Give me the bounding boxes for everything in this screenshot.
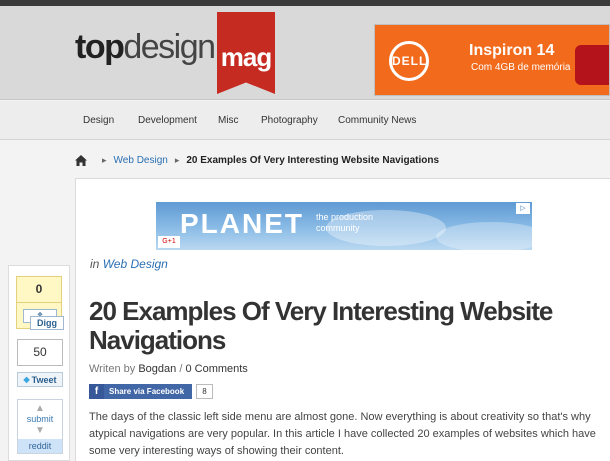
twitter-bird-icon: ◆ [23,375,30,384]
logo-text-design: design [123,28,216,66]
author-link[interactable]: Bogdan [138,363,176,375]
nav-item-development[interactable]: Development [138,115,197,126]
dell-ad-banner[interactable]: DELL Inspiron 14 Com 4GB de memória [374,24,610,96]
facebook-share-count: 8 [196,384,213,399]
main-nav: Design Development Misc Photography Comm… [0,101,610,140]
digg-button-wrap: Digg ⇧ [16,303,64,330]
social-share-sidebar: 0 Digg ⇧ 50 ◆ Tweet ▲ submit ▼ reddit [8,265,70,461]
post-intro: The days of the classic left side menu a… [89,411,596,457]
breadcrumb: ▸ Web Design ▸ 20 Examples Of Very Inter… [75,153,439,167]
reddit-button[interactable]: ▲ submit ▼ reddit [17,399,63,454]
byline-prefix: Writen by [89,363,136,375]
planet-tagline-line1: the production [316,212,374,222]
planet-tagline-line2: community [316,223,360,233]
upvote-arrow-icon[interactable]: ▲ [35,403,45,414]
nav-item-community-news[interactable]: Community News [338,115,416,126]
byline-separator: / [179,363,183,375]
ad-title: Inspiron 14 [469,42,555,59]
digg-button[interactable]: Digg ⇧ [23,309,64,330]
breadcrumb-current: 20 Examples Of Very Interesting Website … [186,154,440,166]
home-icon[interactable] [75,154,87,166]
post-category-prefix: in [90,257,100,271]
laptop-image [575,45,609,85]
reddit-submit[interactable]: submit [18,414,62,424]
planet-logo: PLANET [180,208,304,239]
digg-count: 0 [16,276,62,303]
ad-subtitle: Com 4GB de memória [471,62,571,73]
planet-ad-banner[interactable]: PLANET the production community G+1 ▷ [156,202,532,250]
facebook-icon: f [89,384,104,399]
tweet-button[interactable]: ◆ Tweet [17,372,63,387]
post-byline: Writen by Bogdan / 0 Comments [89,363,248,375]
logo-ribbon: mag [217,12,275,94]
tweet-label: Tweet [31,374,57,385]
article-content: PLANET the production community G+1 ▷ in… [75,178,610,461]
google-plus-button[interactable]: G+1 [158,236,180,248]
downvote-arrow-icon[interactable]: ▼ [35,425,45,436]
tweet-count: 50 [17,339,63,366]
nav-item-design[interactable]: Design [83,115,114,126]
site-header: top design mag DELL Inspiron 14 Com 4GB … [0,6,610,100]
post-title[interactable]: 20 Examples Of Very Interesting Website … [89,297,609,355]
planet-tagline: the production community [316,212,373,234]
breadcrumb-separator-icon: ▸ [174,154,180,165]
comments-link[interactable]: 0 Comments [185,363,247,375]
nav-item-photography[interactable]: Photography [261,115,318,126]
site-logo[interactable]: top design [75,28,216,68]
breadcrumb-separator-icon: ▸ [102,154,107,165]
logo-text-top: top [75,28,125,66]
digg-label: Digg [30,316,64,330]
cloud-shape [436,222,532,250]
facebook-share-label: Share via Facebook [109,387,185,396]
post-category: in Web Design [90,257,168,271]
logo-ribbon-text: mag [220,42,272,72]
reddit-label: reddit [18,439,62,453]
nav-item-misc[interactable]: Misc [218,115,239,126]
adchoices-icon[interactable]: ▷ [516,203,530,214]
facebook-share-button[interactable]: f Share via Facebook [89,384,192,399]
post-category-link[interactable]: Web Design [103,257,168,271]
breadcrumb-category-link[interactable]: Web Design [114,155,168,166]
dell-logo: DELL [389,41,429,81]
